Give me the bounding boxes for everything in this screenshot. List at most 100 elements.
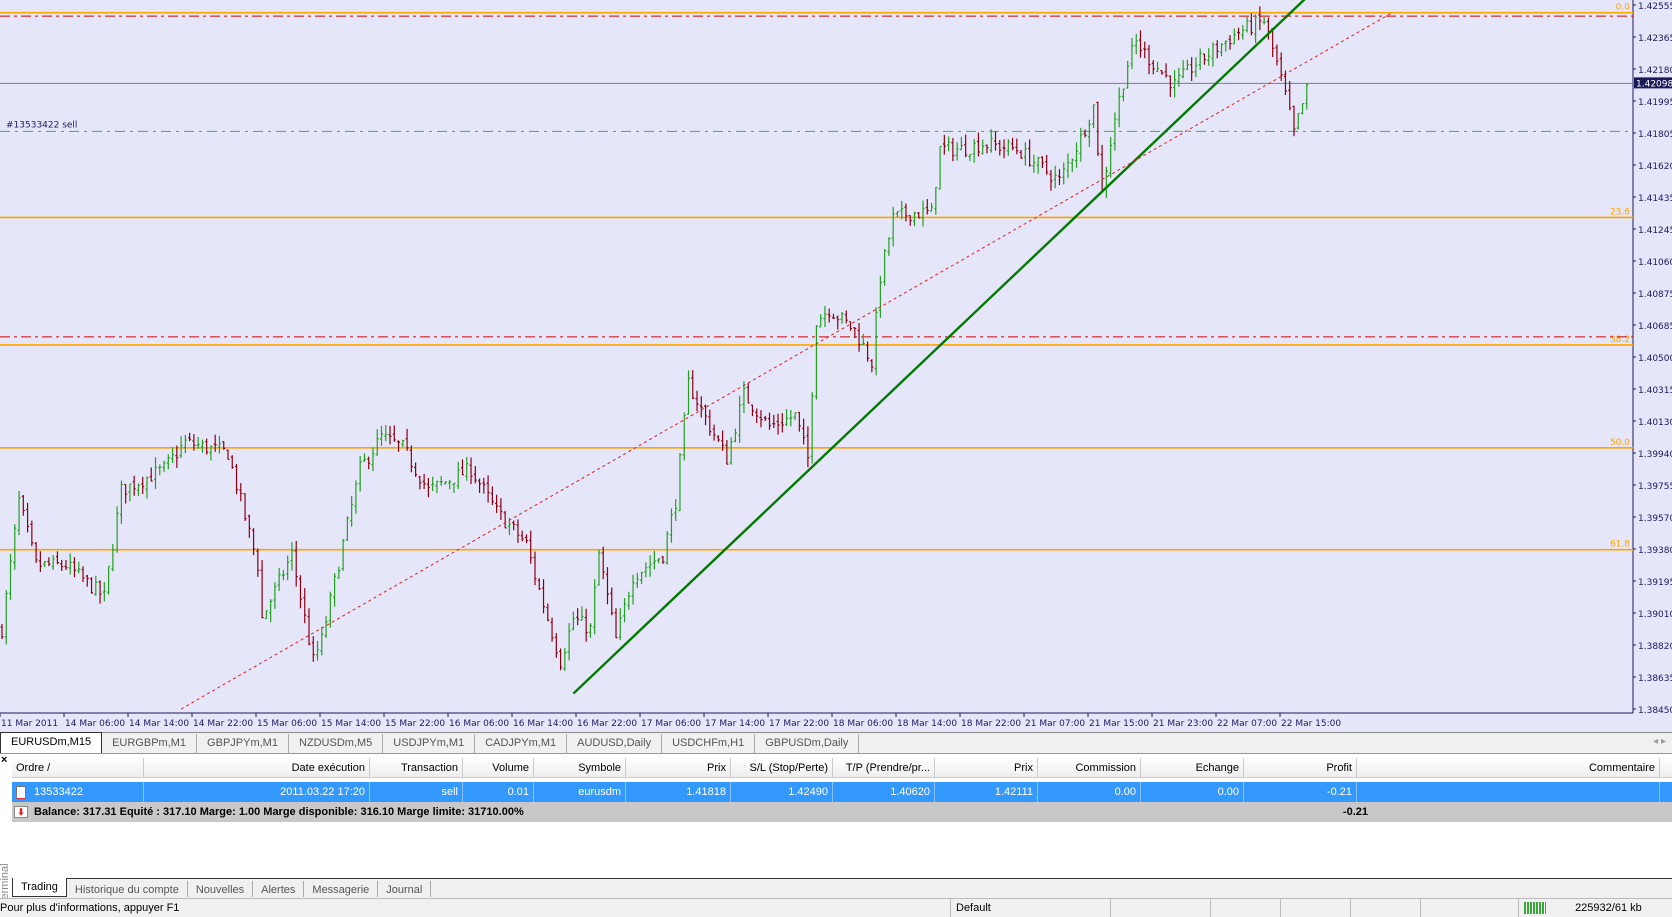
price-chart[interactable]: 1.42555 1.42365 1.42180 1.41995 1.41805 1.416… [0,0,1672,732]
terminal-tab[interactable]: Journal [378,881,432,897]
ohlc-bar [669,508,673,543]
ohlc-bar [243,493,247,522]
column-header[interactable]: Symbole [534,758,626,777]
ohlc-bar [252,528,256,556]
ohlc-bar [951,138,955,162]
ohlc-bar [1202,53,1206,65]
ohlc-bar [665,531,669,565]
symbol-tab[interactable]: EURGBPm,M1 [102,734,198,753]
ohlc-bar [55,551,59,565]
table-header: Ordre / Date exécution Transaction Volume Sy… [12,758,1672,778]
tab-scroll-arrows[interactable]: ◂ ▸ [1653,736,1666,747]
terminal-tab[interactable]: Alertes [253,881,305,897]
ohlc-bar [409,445,413,473]
column-header[interactable]: Volume [463,758,534,777]
symbol-tab[interactable]: GBPUSDm,Daily [755,734,860,753]
ohlc-bar [439,476,443,486]
time-tick-label: 15 Mar 14:00 [321,719,381,729]
ohlc-bar [1117,87,1121,128]
ohlc-bar [478,478,482,494]
ohlc-bar [418,475,422,490]
ohlc-bar [367,456,371,470]
symbol-tab[interactable]: USDJPYm,M1 [383,734,476,753]
ohlc-bar [814,325,818,400]
status-profile: Default [950,899,1110,917]
ohlc-bar [495,494,499,513]
ohlc-bar [264,610,268,620]
ohlc-bar [128,483,132,502]
ohlc-bar [414,462,418,477]
column-header[interactable]: T/P (Prendre/pr... [833,758,935,777]
symbol-tab[interactable]: AUDUSD,Daily [567,734,663,753]
table-row[interactable]: 13533422 2011.03.22 17:20 sell 0.01 eurusdm 1… [12,782,1672,802]
terminal-tab[interactable]: Historique du compte [67,881,188,897]
ohlc-bar [1079,127,1083,162]
column-header[interactable]: Commentaire [1357,758,1660,777]
time-tick-label: 17 Mar 22:00 [769,719,829,729]
price-tick-label: 1.42365 [1638,34,1672,44]
ohlc-bar [136,483,140,497]
ohlc-bar [976,132,980,157]
price-tick-label: 1.40500 [1638,354,1672,364]
ohlc-bar [162,460,166,472]
fibo-level-label: 23.6 [1610,207,1630,217]
terminal-tab[interactable]: Messagerie [304,881,379,897]
trendline[interactable] [572,0,1306,695]
column-header[interactable]: Transaction [370,758,463,777]
dotted-trendline[interactable] [180,12,1393,710]
column-header[interactable]: Ordre / [12,758,144,777]
price-tick-label: 1.40685 [1638,322,1672,332]
ohlc-bar [1305,83,1309,110]
ohlc-bar [64,560,68,571]
symbol-tabs: EURUSDm,M15 EURGBPm,M1 GBPJPYm,M1 NZDUSDm,M… [0,732,1672,753]
chart-canvas[interactable]: 1.42555 1.42365 1.42180 1.41995 1.41805 1.416… [0,0,1672,732]
ohlc-bar [550,617,554,642]
ohlc-bar [1138,30,1142,58]
ohlc-bar [294,540,298,587]
column-header[interactable]: S/L (Stop/Perte) [731,758,833,777]
column-header[interactable]: Date exécution [144,758,370,777]
ohlc-bar [1190,57,1194,81]
ohlc-bar [47,557,51,567]
symbol-tab[interactable]: USDCHFm,H1 [662,734,756,753]
ohlc-bar [77,561,81,574]
symbol-tab[interactable]: NZDUSDm,M5 [289,734,384,753]
ohlc-bar [635,572,639,589]
ohlc-bar [422,473,426,489]
ohlc-bar [217,435,221,454]
ohlc-bar [392,425,396,442]
column-header[interactable]: Commission [1038,758,1141,777]
price-tick-label: 1.39380 [1638,546,1672,556]
terminal-tab[interactable]: Trading [12,878,67,897]
ohlc-bar [934,186,938,215]
ohlc-bar [456,461,460,489]
ohlc-bar [955,142,959,161]
ohlc-bar [401,439,405,448]
symbol-tab[interactable]: CADJPYm,M1 [475,734,568,753]
time-tick-label: 16 Mar 22:00 [577,719,637,729]
column-header[interactable]: Prix [935,758,1038,777]
ohlc-bar [738,395,742,443]
terminal-tab[interactable]: Nouvelles [188,881,254,897]
close-icon[interactable]: × [1,754,7,766]
price-tick-label: 1.40130 [1638,418,1672,428]
ohlc-bar [397,440,401,452]
symbol-tab[interactable]: GBPJPYm,M1 [197,734,289,753]
ohlc-bar [750,404,754,417]
ohlc-bar [1096,101,1100,156]
column-header[interactable]: Prix [626,758,731,777]
symbol-tab[interactable]: EURUSDm,M15 [0,732,103,753]
column-header[interactable]: Echange [1141,758,1244,777]
ohlc-bar [695,390,699,411]
ohlc-bar [1011,137,1015,151]
ohlc-bar [124,483,128,504]
column-header[interactable]: Profit [1244,758,1357,777]
ohlc-bar [226,449,230,461]
ohlc-bar [1049,169,1053,191]
ohlc-bar [443,481,447,485]
ohlc-bar [337,566,341,579]
ohlc-bar [98,580,102,604]
ohlc-bar [823,305,827,328]
ohlc-bar [1156,61,1160,73]
ohlc-bar [537,578,541,591]
